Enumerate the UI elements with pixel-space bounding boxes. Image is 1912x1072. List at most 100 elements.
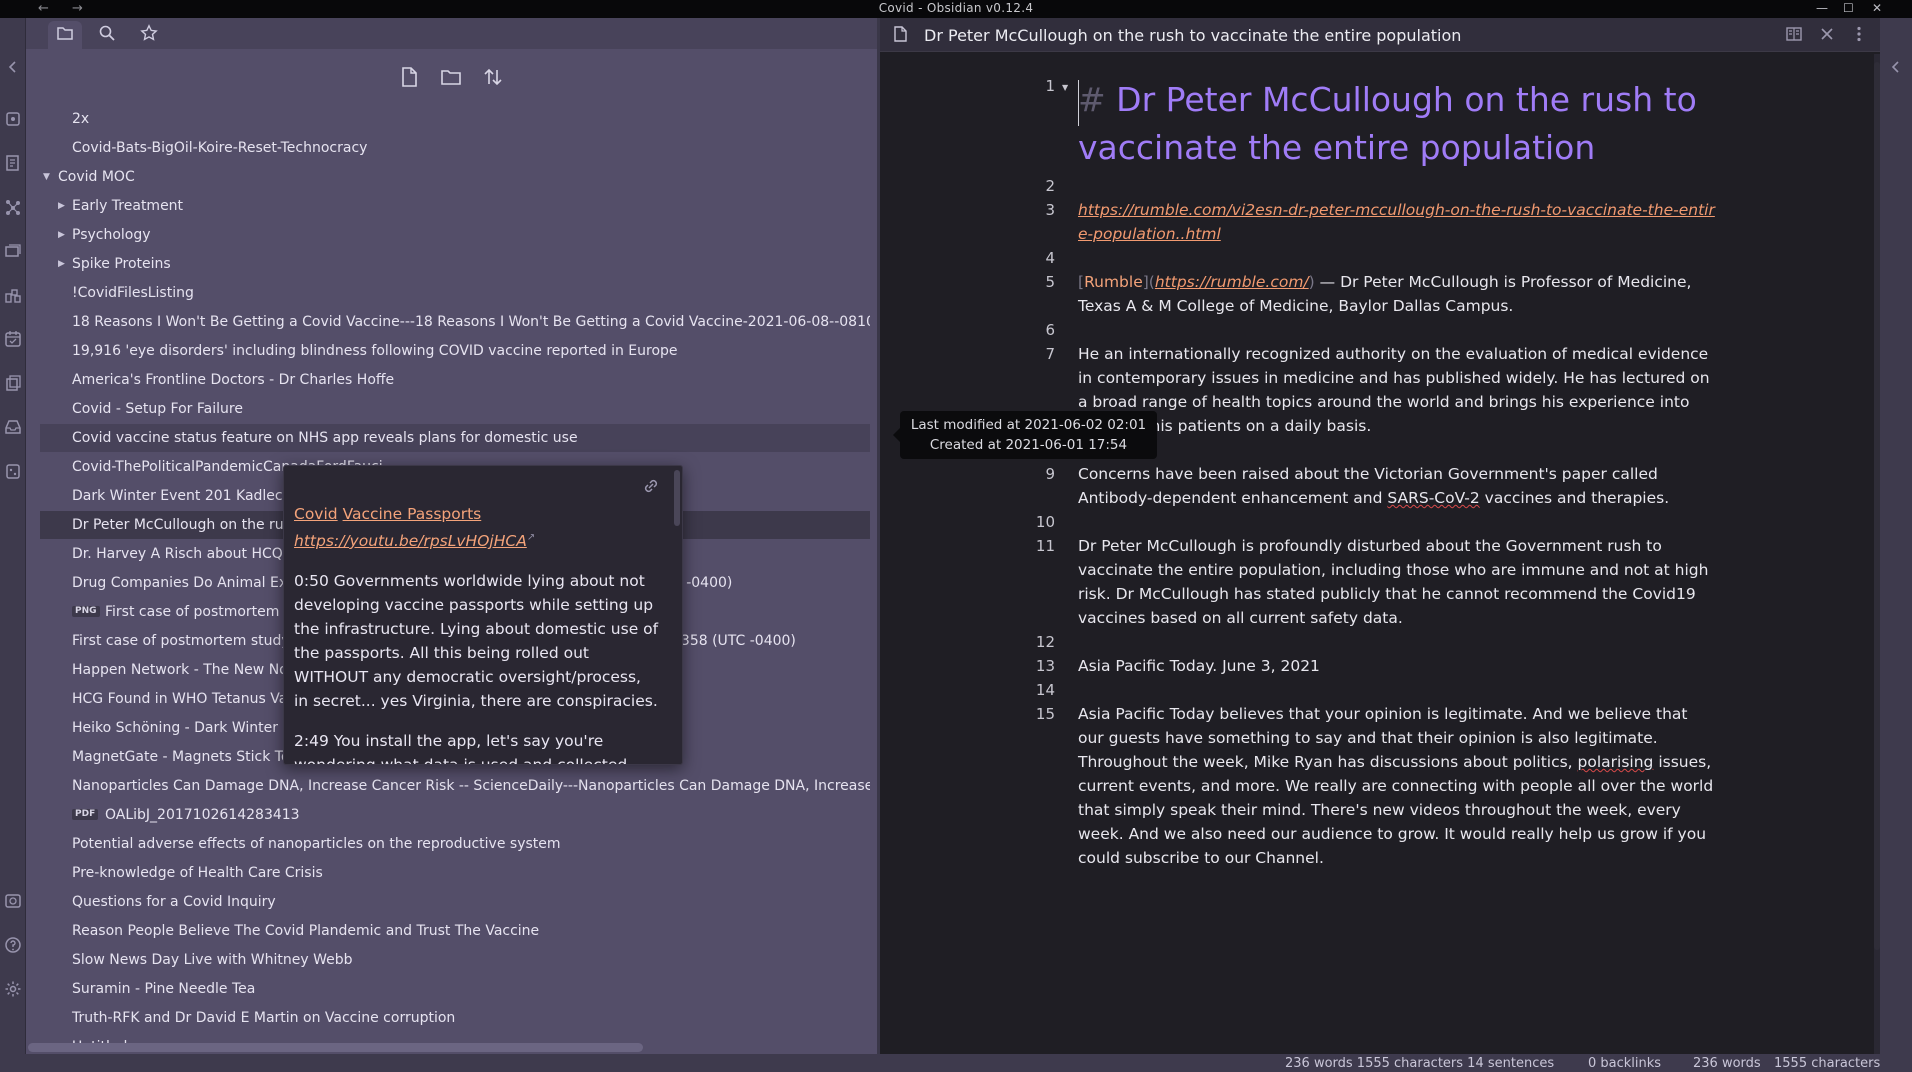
line-number: 15 (1035, 705, 1055, 723)
tree-item[interactable]: Suramin - Pine Needle Tea (40, 975, 870, 1003)
star-icon (140, 24, 158, 46)
tree-item[interactable]: Covid - Setup For Failure (40, 395, 870, 423)
sort-order-button[interactable] (482, 66, 506, 90)
tree-item[interactable]: Pre-knowledge of Health Care Crisis (40, 859, 870, 887)
spellcheck-flagged-word[interactable]: SARS-CoV-2 (1387, 489, 1479, 507)
line-number: 3 (1045, 201, 1055, 219)
tree-item-hovered[interactable]: Covid vaccine status feature on NHS app … (40, 424, 870, 452)
tree-item-pdf[interactable]: PDF OALibJ_2017102614283413 (40, 801, 870, 829)
preview-url-link[interactable]: https://youtu.be/rpsLvHOjHCA (294, 532, 527, 550)
editor-line-9[interactable]: Concerns have been raised about the Vict… (1078, 462, 1718, 510)
vault-icon[interactable] (4, 892, 22, 910)
new-note-button[interactable] (398, 66, 422, 90)
chevron-right-icon: ▶ (58, 201, 65, 211)
tree-folder-covid-moc[interactable]: ▼ Covid MOC (40, 163, 870, 191)
sidebar-tab-bar (26, 18, 877, 49)
line-number: 14 (1035, 681, 1055, 699)
status-bar: 236 words 1555 characters 14 sentences 0… (0, 1054, 1912, 1072)
templates-icon[interactable] (4, 374, 22, 392)
tree-item[interactable]: Potential adverse effects of nanoparticl… (40, 830, 870, 858)
tab-starred[interactable] (132, 21, 166, 49)
tree-item[interactable]: 18 Reasons I Won't Be Getting a Covid Va… (40, 308, 870, 336)
fold-chevron-icon[interactable]: ▼ (1062, 83, 1068, 92)
collapse-sidebar-icon[interactable] (4, 58, 22, 76)
tree-item[interactable]: Nanoparticles Can Damage DNA, Increase C… (40, 772, 870, 800)
editor-line-7[interactable]: He an internationally recognized authori… (1078, 342, 1718, 438)
tree-item[interactable]: 19,916 'eye disorders' including blindne… (40, 337, 870, 365)
calendar-icon[interactable] (4, 330, 22, 348)
chevron-right-icon: ▶ (58, 259, 65, 269)
tab-file-explorer[interactable] (48, 21, 82, 49)
editor-header: Dr Peter McCullough on the rush to vacci… (880, 18, 1880, 52)
open-quick-switcher-icon[interactable] (4, 154, 22, 172)
line-number: 10 (1035, 513, 1055, 531)
tree-folder-spike-proteins[interactable]: ▶ Spike Proteins (40, 250, 870, 278)
preview-tag-link[interactable]: Vaccine Passports (343, 505, 482, 523)
title-bar: ← → Covid - Obsidian v0.12.4 — ☐ ✕ (0, 0, 1912, 18)
document-icon[interactable] (891, 25, 909, 43)
tree-item[interactable]: !CovidFilesListing (40, 279, 870, 307)
line-number: 13 (1035, 657, 1055, 675)
daily-note-icon[interactable] (4, 110, 22, 128)
expand-right-sidebar-icon[interactable] (1887, 58, 1905, 76)
status-character-count: 1555 characters (1774, 1056, 1881, 1071)
kanban-icon[interactable] (4, 286, 22, 304)
close-tab-icon[interactable] (1818, 25, 1836, 43)
last-modified-text: Last modified at 2021-06-02 02:01 (910, 417, 1147, 433)
rumble-url-link[interactable]: https://rumble.com/vi2esn-dr-peter-mccul… (1078, 201, 1715, 243)
spellcheck-flagged-word[interactable]: polarising (1578, 753, 1654, 771)
tree-folder-early-treatment[interactable]: ▶ Early Treatment (40, 192, 870, 220)
line-text: Dr Peter McCullough is profoundly distur… (1078, 537, 1709, 627)
status-backlinks[interactable]: 0 backlinks (1588, 1056, 1661, 1071)
open-link-icon[interactable] (641, 476, 661, 496)
hover-preview-popover[interactable]: Covid Vaccine Passports https://youtu.be… (283, 465, 683, 765)
popover-scrollbar[interactable] (674, 470, 680, 526)
random-note-icon[interactable] (4, 462, 22, 480)
graph-view-icon[interactable] (4, 198, 22, 216)
reading-view-toggle-icon[interactable] (1785, 25, 1803, 43)
tree-item[interactable]: America's Frontline Doctors - Dr Charles… (40, 366, 870, 394)
rumble-link-text[interactable]: Rumble (1084, 273, 1143, 291)
tree-item[interactable]: Reason People Believe The Covid Plandemi… (40, 917, 870, 945)
tree-item[interactable]: 2x (40, 105, 870, 133)
line-number: 11 (1035, 537, 1055, 555)
file-type-badge: PNG (72, 606, 100, 617)
line-text: vaccines and therapies. (1479, 489, 1670, 507)
chevron-down-icon: ▼ (43, 172, 50, 182)
folder-icon (56, 24, 74, 46)
sort-arrows-icon (482, 68, 504, 92)
help-icon[interactable] (4, 936, 22, 954)
minimize-button[interactable]: — (1816, 0, 1828, 16)
tab-search[interactable] (90, 21, 124, 49)
window-title: Covid - Obsidian v0.12.4 (878, 1, 1034, 15)
slides-icon[interactable] (4, 242, 22, 260)
maximize-button[interactable]: ☐ (1843, 0, 1854, 16)
more-options-icon[interactable] (1850, 25, 1868, 43)
link-markup: ]( (1142, 273, 1155, 291)
rumble-home-link[interactable]: https://rumble.com/ (1155, 273, 1309, 291)
heading-1[interactable]: # Dr Peter McCullough on the rush to vac… (1078, 76, 1718, 172)
new-folder-button[interactable] (440, 66, 464, 90)
tree-item[interactable]: Truth-RFK and Dr David E Martin on Vacci… (40, 1004, 870, 1032)
editor-line-13[interactable]: Asia Pacific Today. June 3, 2021 (1078, 654, 1718, 678)
settings-gear-icon[interactable] (4, 980, 22, 998)
tree-item[interactable]: Covid-Bats-BigOil-Koire-Reset-Technocrac… (40, 134, 870, 162)
editor-line-3[interactable]: https://rumble.com/vi2esn-dr-peter-mccul… (1078, 198, 1718, 246)
editor-line-5[interactable]: [Rumble](https://rumble.com/) — Dr Peter… (1078, 270, 1718, 318)
sidebar-horizontal-scrollbar[interactable] (28, 1043, 643, 1052)
editor-title[interactable]: Dr Peter McCullough on the rush to vacci… (924, 26, 1461, 45)
tree-item[interactable]: Slow News Day Live with Whitney Webb (40, 946, 870, 974)
editor-line-11[interactable]: Dr Peter McCullough is profoundly distur… (1078, 534, 1718, 630)
line-number: 1 (1045, 77, 1055, 95)
editor-line-15[interactable]: Asia Pacific Today believes that your op… (1078, 702, 1718, 870)
heading-text: Dr Peter McCullough on the rush to vacci… (1078, 80, 1697, 167)
line-text: He an internationally recognized authori… (1078, 345, 1710, 435)
inbox-icon[interactable] (4, 418, 22, 436)
tree-folder-psychology[interactable]: ▶ Psychology (40, 221, 870, 249)
tree-item[interactable]: Questions for a Covid Inquiry (40, 888, 870, 916)
preview-paragraph: 2:49 You install the app, let's say you'… (294, 732, 632, 764)
window-close-button[interactable]: ✕ (1872, 0, 1882, 16)
line-number: 6 (1045, 321, 1055, 339)
right-ribbon (1880, 18, 1912, 1054)
preview-tag-link[interactable]: Covid (294, 505, 338, 523)
